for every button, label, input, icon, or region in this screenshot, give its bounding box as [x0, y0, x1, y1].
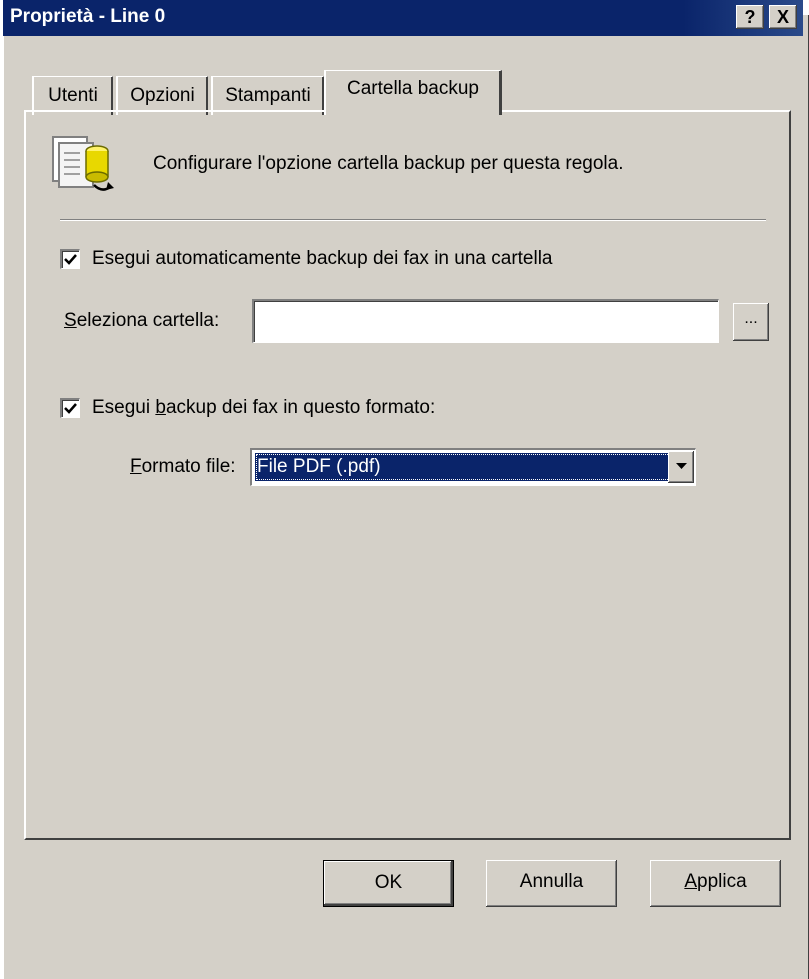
format-backup-label[interactable]: Esegui backup dei fax in questo formato:: [92, 397, 435, 419]
file-format-label: Formato file:: [130, 456, 236, 477]
dropdown-button[interactable]: [668, 451, 694, 483]
window-title: Proprietà - Line 0: [10, 6, 166, 27]
file-format-value: File PDF (.pdf): [255, 453, 677, 481]
backup-folder-icon: [50, 133, 122, 199]
apply-button[interactable]: Applica: [650, 860, 781, 907]
chevron-down-icon: [676, 463, 687, 469]
title-bar[interactable]: Proprietà - Line 0 ? X: [3, 0, 803, 36]
auto-backup-label[interactable]: Esegui automaticamente backup dei fax in…: [92, 248, 553, 270]
header-description: Configurare l'opzione cartella backup pe…: [153, 153, 624, 174]
folder-label: Seleziona cartella:: [64, 310, 220, 331]
auto-backup-checkbox[interactable]: [60, 249, 80, 269]
cancel-button[interactable]: Annulla: [486, 860, 617, 907]
tab-cartella-backup[interactable]: Cartella backup: [325, 70, 502, 115]
file-format-select[interactable]: File PDF (.pdf): [250, 448, 696, 486]
checkmark-icon: [64, 254, 77, 265]
format-backup-checkbox[interactable]: [60, 398, 80, 418]
browse-button[interactable]: ...: [733, 303, 769, 341]
help-button[interactable]: ?: [736, 5, 764, 29]
checkmark-icon: [64, 403, 77, 414]
close-button[interactable]: X: [769, 5, 797, 29]
folder-input[interactable]: [252, 299, 719, 343]
ok-button[interactable]: OK: [323, 860, 454, 907]
header-separator: [60, 219, 766, 221]
